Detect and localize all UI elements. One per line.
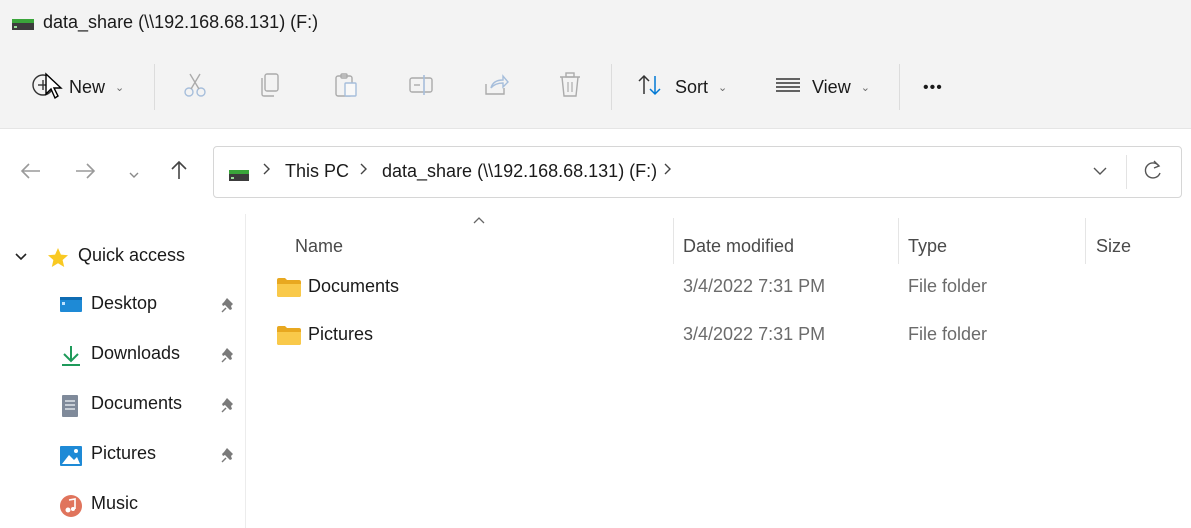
file-name: Documents bbox=[308, 276, 400, 296]
column-header-size[interactable]: Size bbox=[1096, 224, 1186, 268]
refresh-button[interactable] bbox=[1142, 157, 1164, 188]
divider bbox=[154, 64, 155, 110]
forward-button[interactable] bbox=[70, 158, 100, 188]
sort-label: Sort bbox=[675, 77, 709, 97]
breadcrumb-chevron-icon[interactable] bbox=[262, 162, 272, 179]
sort-icon bbox=[637, 73, 663, 102]
column-header-type-label: Type bbox=[908, 235, 948, 256]
back-button[interactable] bbox=[16, 158, 46, 188]
recent-locations-button[interactable] bbox=[119, 158, 149, 188]
more-options-button[interactable]: ••• bbox=[923, 46, 943, 129]
sidebar-item-label: Pictures bbox=[91, 443, 157, 463]
cut-button[interactable] bbox=[183, 46, 207, 129]
new-label: New bbox=[69, 77, 106, 97]
view-button[interactable]: View ⌄ bbox=[775, 46, 870, 129]
share-button[interactable] bbox=[483, 46, 509, 129]
divider bbox=[899, 64, 900, 110]
sidebar-item-label: Downloads bbox=[91, 343, 181, 363]
column-header-date[interactable]: Date modified bbox=[683, 224, 898, 268]
up-button[interactable] bbox=[164, 158, 194, 188]
sort-button[interactable]: Sort ⌄ bbox=[637, 46, 727, 129]
sidebar-item-documents[interactable]: Documents bbox=[0, 384, 246, 428]
file-row[interactable]: Pictures 3/4/2022 7:31 PM File folder bbox=[247, 314, 1191, 358]
file-type: File folder bbox=[908, 324, 988, 344]
mouse-pointer-icon bbox=[44, 72, 64, 105]
window-title: data_share (\\192.168.68.131) (F:) bbox=[43, 12, 319, 32]
view-label: View bbox=[812, 77, 851, 97]
pin-icon bbox=[221, 346, 237, 369]
view-list-icon bbox=[775, 75, 801, 100]
music-icon bbox=[59, 494, 83, 523]
breadcrumb-chevron-icon[interactable] bbox=[663, 162, 673, 179]
folder-icon bbox=[276, 276, 302, 303]
chevron-down-icon: ⌄ bbox=[860, 82, 870, 94]
chevron-down-icon: ⌄ bbox=[718, 82, 728, 94]
delete-icon bbox=[558, 72, 582, 103]
file-date: 3/4/2022 7:31 PM bbox=[683, 324, 826, 344]
breadcrumb-chevron-icon[interactable] bbox=[359, 162, 369, 179]
column-header-name-label: Name bbox=[295, 235, 344, 256]
new-button[interactable]: New ⌄ bbox=[30, 46, 124, 129]
arrow-left-icon bbox=[20, 160, 42, 186]
column-divider[interactable] bbox=[898, 218, 899, 264]
sidebar-item-label: Desktop bbox=[91, 293, 158, 313]
paste-icon bbox=[333, 72, 359, 103]
more-icon: ••• bbox=[923, 78, 943, 96]
sidebar-item-label: Music bbox=[91, 493, 139, 513]
pictures-icon bbox=[59, 444, 83, 473]
share-icon bbox=[483, 72, 509, 103]
paste-button[interactable] bbox=[333, 46, 359, 129]
chevron-down-icon[interactable] bbox=[14, 248, 28, 269]
copy-button[interactable] bbox=[258, 46, 282, 129]
sidebar-item-music[interactable]: Music bbox=[0, 484, 246, 528]
column-header-size-label: Size bbox=[1096, 235, 1132, 256]
column-divider[interactable] bbox=[1085, 218, 1086, 264]
column-header-date-label: Date modified bbox=[683, 235, 795, 256]
command-bar: New ⌄ Sort ⌄ View ⌄ ••• bbox=[0, 46, 1191, 129]
divider bbox=[1126, 155, 1127, 189]
sidebar-item-desktop[interactable]: Desktop bbox=[0, 284, 246, 328]
copy-icon bbox=[258, 72, 282, 103]
pin-icon bbox=[221, 396, 237, 419]
breadcrumb-this-pc[interactable]: This PC bbox=[285, 161, 349, 182]
navigation-row: This PC data_share (\\192.168.68.131) (F… bbox=[0, 130, 1191, 214]
chevron-down-icon: ⌄ bbox=[115, 82, 125, 94]
star-icon bbox=[46, 246, 70, 275]
sidebar-item-downloads[interactable]: Downloads bbox=[0, 334, 246, 378]
file-type: File folder bbox=[908, 276, 988, 296]
chevron-down-icon bbox=[127, 160, 141, 186]
file-date: 3/4/2022 7:31 PM bbox=[683, 276, 826, 296]
arrow-up-icon bbox=[169, 159, 189, 187]
rename-icon bbox=[408, 72, 434, 103]
delete-button[interactable] bbox=[558, 46, 582, 129]
sidebar-item-pictures[interactable]: Pictures bbox=[0, 434, 246, 478]
column-header-name[interactable]: Name bbox=[295, 224, 670, 268]
address-bar[interactable]: This PC data_share (\\192.168.68.131) (F… bbox=[213, 146, 1182, 198]
desktop-icon bbox=[59, 294, 83, 321]
breadcrumb-data-share[interactable]: data_share (\\192.168.68.131) (F:) bbox=[382, 161, 657, 182]
navigation-pane: Quick access Desktop Downloads Documents… bbox=[0, 214, 246, 528]
quick-access[interactable]: Quick access bbox=[0, 236, 246, 276]
network-drive-icon bbox=[11, 16, 35, 37]
column-divider[interactable] bbox=[673, 218, 674, 264]
column-header-type[interactable]: Type bbox=[908, 224, 1083, 268]
pin-icon bbox=[221, 296, 237, 319]
rename-button[interactable] bbox=[408, 46, 434, 129]
divider bbox=[611, 64, 612, 110]
arrow-right-icon bbox=[74, 160, 96, 186]
network-drive-icon bbox=[228, 167, 250, 188]
sidebar-item-label: Documents bbox=[91, 393, 183, 413]
documents-icon bbox=[59, 394, 81, 423]
quick-access-label: Quick access bbox=[78, 245, 186, 265]
file-list: Name Date modified Type Size Documents 3… bbox=[247, 214, 1191, 528]
downloads-icon bbox=[59, 344, 83, 373]
folder-icon bbox=[276, 324, 302, 351]
cut-icon bbox=[183, 72, 207, 103]
file-name: Pictures bbox=[308, 324, 374, 344]
file-row[interactable]: Documents 3/4/2022 7:31 PM File folder bbox=[247, 266, 1191, 310]
pin-icon bbox=[221, 446, 237, 469]
address-dropdown-button[interactable] bbox=[1092, 159, 1108, 184]
title-bar: data_share (\\192.168.68.131) (F:) bbox=[0, 0, 1191, 46]
